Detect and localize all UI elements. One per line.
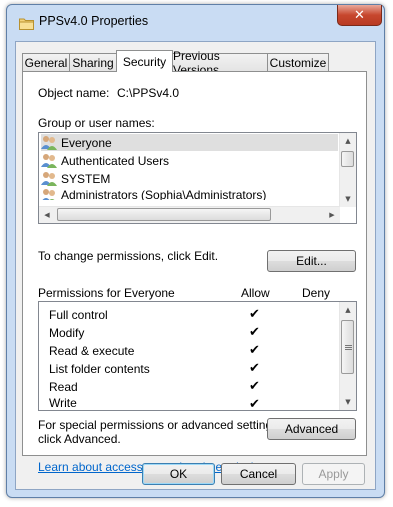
tab-label: Customize <box>269 55 327 70</box>
scroll-down-arrow-icon[interactable]: ▼ <box>340 394 356 410</box>
user-name: Authenticated Users <box>61 153 170 168</box>
scroll-down-arrow-icon[interactable]: ▼ <box>340 191 356 207</box>
list-item-system[interactable]: SYSTEM <box>41 170 110 187</box>
tab-security[interactable]: Security <box>116 50 173 72</box>
tab-customize[interactable]: Customize <box>267 53 329 71</box>
apply-button-label: Apply <box>318 467 349 481</box>
cancel-button[interactable]: Cancel <box>221 463 296 485</box>
change-permissions-text: To change permissions, click Edit. <box>38 249 219 263</box>
apply-button[interactable]: Apply <box>302 463 365 485</box>
user-name: Administrators (Sophia\Administrators) <box>61 188 267 200</box>
scroll-thumb[interactable] <box>341 320 354 374</box>
permission-row: Full control <box>49 306 108 323</box>
permission-row: Write <box>49 396 77 410</box>
scroll-thumb[interactable] <box>341 151 354 167</box>
user-name: Everyone <box>61 135 112 150</box>
object-name-label: Object name: <box>38 86 110 100</box>
allow-check-icon: ✔ <box>249 325 260 340</box>
permission-row: List folder contents <box>49 360 150 377</box>
advanced-button[interactable]: Advanced <box>267 418 356 440</box>
permission-name: Read <box>49 379 78 394</box>
user-name: SYSTEM <box>61 171 111 186</box>
list-item-everyone[interactable]: Everyone <box>41 134 338 151</box>
ok-button-label: OK <box>169 467 188 481</box>
dialog-body: General Sharing Security Previous Versio… <box>15 41 376 490</box>
list-item-authenticated-users[interactable]: Authenticated Users <box>41 152 169 169</box>
window-title: PPSv4.0 Properties <box>39 14 149 28</box>
permission-name: Modify <box>49 325 85 340</box>
close-icon: ✕ <box>354 7 365 23</box>
object-name-value: C:\PPSv4.0 <box>117 86 180 100</box>
allow-check-icon: ✔ <box>249 343 260 358</box>
groups-label: Group or user names: <box>38 116 155 130</box>
user-list-vertical-scrollbar[interactable]: ▲ ▼ <box>339 133 356 207</box>
close-button[interactable]: ✕ <box>337 5 382 26</box>
tab-label: General <box>24 55 68 70</box>
permissions-label: Permissions for Everyone <box>38 286 175 300</box>
permissions-list[interactable]: Full control ✔ Modify ✔ Read & execute ✔… <box>38 301 357 411</box>
tab-label: Sharing <box>72 55 114 70</box>
permission-row: Read <box>49 378 78 395</box>
users-icon <box>41 172 57 186</box>
user-list[interactable]: Everyone Authenticated Users SYSTEM Admi… <box>38 132 357 224</box>
deny-column-header: Deny <box>302 286 331 300</box>
scroll-up-arrow-icon[interactable]: ▲ <box>340 302 356 318</box>
permission-name: Write <box>49 396 77 410</box>
users-icon <box>41 154 57 168</box>
title-bar[interactable]: PPSv4.0 Properties ✕ <box>7 5 384 39</box>
tab-previous-versions[interactable]: Previous Versions <box>172 49 268 77</box>
tab-general[interactable]: General <box>22 53 70 71</box>
folder-icon <box>19 18 34 30</box>
properties-window: PPSv4.0 Properties ✕ General Sharing Sec… <box>6 4 385 498</box>
allow-check-icon: ✔ <box>249 307 260 322</box>
special-permissions-text-line1: For special permissions or advanced sett… <box>38 418 282 432</box>
permission-name: Full control <box>49 307 108 322</box>
allow-check-icon: ✔ <box>249 379 260 394</box>
allow-check-icon: ✔ <box>249 361 260 376</box>
edit-button-label: Edit... <box>296 254 327 268</box>
user-list-horizontal-scrollbar[interactable]: ◀ ▶ <box>39 206 340 223</box>
scroll-up-arrow-icon[interactable]: ▲ <box>340 133 356 149</box>
scroll-right-arrow-icon[interactable]: ▶ <box>324 207 340 223</box>
allow-check-icon: ✔ <box>249 397 260 411</box>
scroll-thumb[interactable] <box>57 208 271 221</box>
permission-row: Modify <box>49 324 84 341</box>
grip-icon <box>345 345 352 351</box>
list-item-administrators[interactable]: Administrators (Sophia\Administrators) <box>41 188 266 200</box>
permissions-vertical-scrollbar[interactable]: ▲ ▼ <box>339 302 356 410</box>
security-tab-panel: Object name: C:\PPSv4.0 Group or user na… <box>22 71 367 474</box>
permission-name: Read & execute <box>49 343 135 358</box>
allow-column-header: Allow <box>241 286 270 300</box>
permission-row: Read & execute <box>49 342 134 359</box>
edit-button[interactable]: Edit... <box>267 250 356 272</box>
ok-button[interactable]: OK <box>142 463 215 485</box>
users-icon <box>41 136 57 150</box>
cancel-button-label: Cancel <box>239 467 278 481</box>
special-permissions-text-line2: click Advanced. <box>38 432 121 446</box>
tab-sharing[interactable]: Sharing <box>69 53 117 71</box>
scroll-left-arrow-icon[interactable]: ◀ <box>39 207 55 223</box>
advanced-button-label: Advanced <box>284 422 339 436</box>
permission-name: List folder contents <box>49 361 150 376</box>
users-icon <box>42 189 55 200</box>
tab-label: Security <box>122 54 167 69</box>
